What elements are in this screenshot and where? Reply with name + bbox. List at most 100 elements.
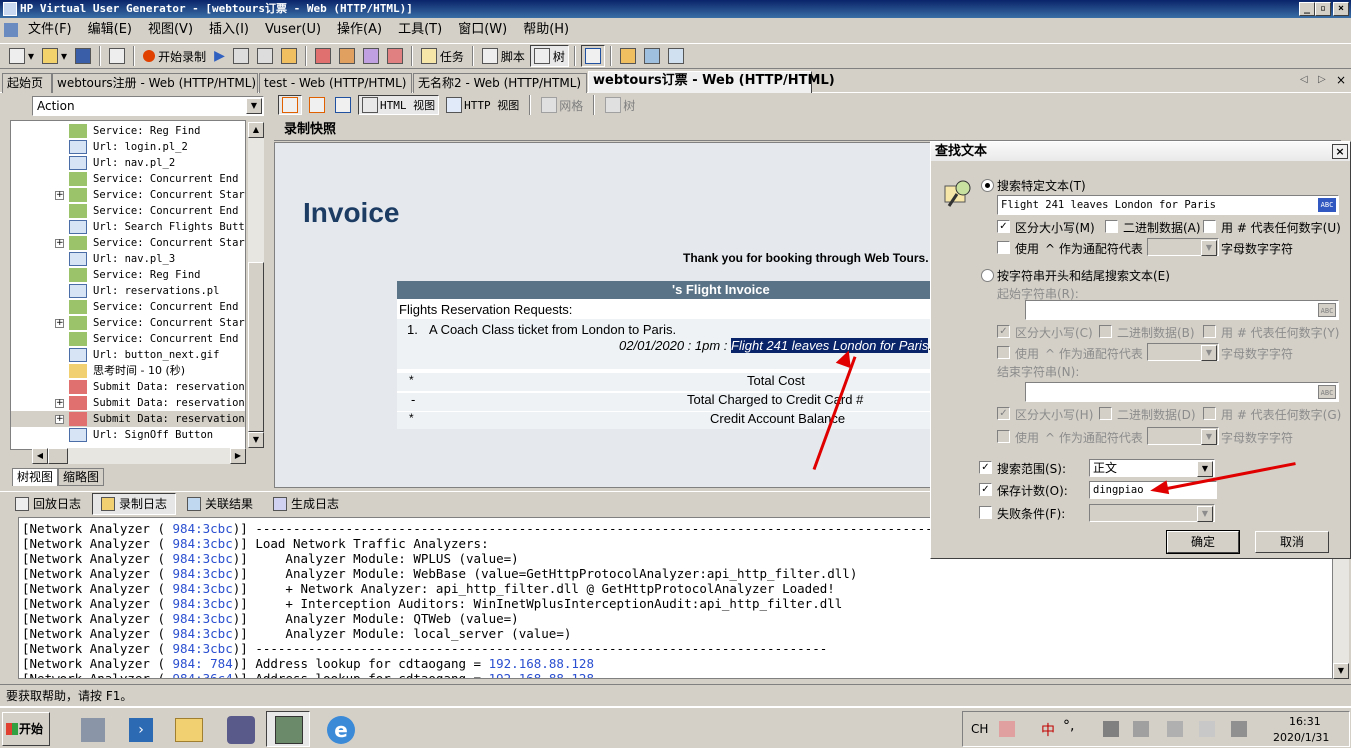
- wildcard2-checkbox[interactable]: [997, 346, 1010, 359]
- menu-edit[interactable]: 编辑(E): [80, 19, 140, 41]
- expand-icon[interactable]: +: [55, 239, 64, 248]
- tree-snapshot-button[interactable]: 树: [602, 95, 638, 115]
- wildcard-checkbox[interactable]: [997, 241, 1010, 254]
- ok-button[interactable]: 确定: [1166, 530, 1240, 554]
- wildcard-select[interactable]: ▼: [1147, 238, 1219, 256]
- page-view-button[interactable]: [278, 95, 302, 115]
- abc-icon[interactable]: ABC: [1318, 385, 1336, 399]
- compare-button[interactable]: [384, 45, 406, 67]
- hash3-checkbox[interactable]: [1203, 407, 1216, 420]
- correlate-button[interactable]: [336, 45, 358, 67]
- step-button[interactable]: [278, 45, 300, 67]
- tab-correlation-results[interactable]: 关联结果: [178, 493, 262, 515]
- ime-language[interactable]: CH: [971, 722, 988, 736]
- tree-item-selected[interactable]: + Submit Data: reservations.: [11, 411, 245, 427]
- match-case2-checkbox[interactable]: ✓: [997, 325, 1010, 338]
- clock-time[interactable]: 16:31: [1289, 715, 1321, 728]
- run-button[interactable]: ▶: [211, 45, 228, 67]
- output-toggle-button[interactable]: [580, 45, 605, 67]
- minimize-button[interactable]: _: [1299, 2, 1315, 16]
- save-button[interactable]: [72, 45, 94, 67]
- network-icon[interactable]: [1167, 721, 1183, 737]
- volume-icon[interactable]: [1231, 721, 1247, 737]
- selected-flight-text[interactable]: Flight 241 leaves London for Paris: [731, 338, 929, 353]
- menu-vuser[interactable]: Vuser(U): [257, 19, 329, 41]
- abc-icon[interactable]: ABC: [1318, 198, 1336, 212]
- tools-icon[interactable]: [1133, 721, 1149, 737]
- chevron-down-icon[interactable]: ▼: [1201, 345, 1217, 361]
- fail-condition-select[interactable]: ▼: [1089, 504, 1215, 522]
- tab-test[interactable]: test - Web (HTTP/HTML): [259, 73, 412, 93]
- wildcard3-checkbox[interactable]: [997, 430, 1010, 443]
- tab-scroll-left-icon[interactable]: ◁: [1300, 74, 1308, 85]
- binary-checkbox[interactable]: [1105, 220, 1118, 233]
- scroll-down-icon[interactable]: ▼: [248, 432, 264, 448]
- breakpoint-button[interactable]: [312, 45, 334, 67]
- expand-icon[interactable]: +: [55, 319, 64, 328]
- pause-button[interactable]: [254, 45, 276, 67]
- menu-view[interactable]: 视图(V): [140, 19, 201, 41]
- powershell-button[interactable]: ›: [118, 711, 162, 747]
- hash2-checkbox[interactable]: [1203, 325, 1216, 338]
- tab-close-icon[interactable]: ×: [1336, 73, 1346, 87]
- fail-condition-checkbox[interactable]: [979, 506, 992, 519]
- save-count-checkbox[interactable]: ✓: [979, 483, 992, 496]
- tab-replay-log[interactable]: 回放日志: [6, 493, 90, 515]
- end-string-input[interactable]: ABC: [1025, 382, 1339, 402]
- menu-tools[interactable]: 工具(T): [390, 19, 450, 41]
- scroll-down-icon[interactable]: ▼: [1333, 663, 1349, 679]
- menu-actions[interactable]: 操作(A): [329, 19, 390, 41]
- scroll-left-icon[interactable]: ◀: [32, 448, 48, 464]
- restore-button[interactable]: ▫: [1315, 2, 1331, 16]
- search-specific-radio[interactable]: [981, 179, 994, 192]
- find-button[interactable]: [106, 45, 128, 67]
- start-record-button[interactable]: 开始录制: [140, 45, 209, 67]
- menu-help[interactable]: 帮助(H): [515, 19, 577, 41]
- search-scope-checkbox[interactable]: ✓: [979, 461, 992, 474]
- menu-file[interactable]: 文件(F): [20, 19, 80, 41]
- chevron-down-icon[interactable]: ▼: [246, 98, 262, 114]
- expand-icon[interactable]: +: [55, 191, 64, 200]
- tab-scroll-right-icon[interactable]: ▷: [1318, 74, 1326, 85]
- search-scope-select[interactable]: 正文 ▼: [1089, 459, 1215, 477]
- start-button[interactable]: 开始: [2, 712, 50, 746]
- punctuation-icon[interactable]: °,: [1063, 718, 1074, 734]
- hscroll-thumb[interactable]: [48, 448, 68, 464]
- tab-tree-view[interactable]: 树视图: [12, 468, 59, 486]
- binary2-checkbox[interactable]: [1099, 325, 1112, 338]
- chevron-down-icon[interactable]: ▼: [1201, 429, 1217, 445]
- chevron-down-icon[interactable]: ▼: [1197, 506, 1213, 522]
- explorer-button[interactable]: [166, 711, 210, 747]
- ime-icon[interactable]: [999, 721, 1015, 737]
- cancel-button[interactable]: 取消: [1255, 531, 1329, 553]
- flag-icon[interactable]: [1199, 721, 1215, 737]
- tab-webtours-register[interactable]: webtours注册 - Web (HTTP/HTML): [52, 73, 258, 93]
- server-response-button[interactable]: [332, 95, 354, 115]
- task-button[interactable]: 任务: [418, 45, 467, 67]
- match-case3-checkbox[interactable]: ✓: [997, 407, 1010, 420]
- tree-vertical-scrollbar[interactable]: ▲ ▼: [248, 122, 264, 448]
- menu-window[interactable]: 窗口(W): [450, 19, 515, 41]
- tab-recording-log[interactable]: 录制日志: [92, 492, 177, 515]
- start-string-input[interactable]: ABC: [1025, 300, 1339, 320]
- clock-date[interactable]: 2020/1/31: [1273, 731, 1329, 744]
- menu-insert[interactable]: 插入(I): [201, 19, 257, 41]
- ie-button[interactable]: e: [318, 711, 362, 747]
- grid-view-button[interactable]: 网格: [538, 95, 586, 115]
- binary3-checkbox[interactable]: [1099, 407, 1112, 420]
- tab-start-page[interactable]: 起始页: [2, 73, 52, 93]
- server-manager-button[interactable]: [70, 711, 114, 747]
- loadrunner-button[interactable]: [218, 711, 262, 747]
- scroll-right-icon[interactable]: ▶: [230, 448, 246, 464]
- search-start-end-radio[interactable]: [981, 269, 994, 282]
- expand-icon[interactable]: +: [55, 415, 64, 424]
- runtime-settings-button[interactable]: [641, 45, 663, 67]
- tab-generation-log[interactable]: 生成日志: [264, 493, 348, 515]
- chevron-down-icon[interactable]: ▼: [1197, 461, 1213, 477]
- params-button[interactable]: [617, 45, 639, 67]
- http-view-button[interactable]: HTTP 视图: [443, 95, 522, 115]
- tree-horizontal-scrollbar[interactable]: ◀ ▶: [32, 448, 246, 464]
- vugen-button[interactable]: [266, 711, 310, 747]
- client-request-button[interactable]: [306, 95, 328, 115]
- wildcard2-select[interactable]: ▼: [1147, 343, 1219, 361]
